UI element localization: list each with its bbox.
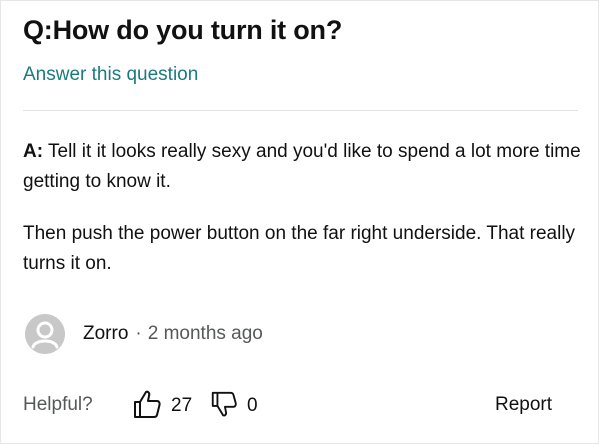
answer-timestamp: 2 months ago <box>147 323 263 344</box>
divider <box>23 110 578 111</box>
thumbs-down-icon <box>209 389 239 424</box>
answer-paragraph-2: Then push the power button on the far ri… <box>23 223 576 274</box>
helpful-row: Helpful? 27 0 Report <box>23 389 578 423</box>
answer-prefix: A: <box>23 141 44 162</box>
meta-separator: · <box>135 323 142 344</box>
downvote-count: 0 <box>247 395 258 416</box>
downvote-button[interactable]: 0 <box>209 389 258 423</box>
upvote-count: 27 <box>171 395 193 416</box>
upvote-button[interactable]: 27 <box>131 389 192 423</box>
report-button[interactable]: Report <box>495 394 552 416</box>
author-name[interactable]: Zorro <box>83 323 128 345</box>
thumbs-up-icon <box>131 388 163 425</box>
helpful-label: Helpful? <box>23 394 93 415</box>
question-text: How do you turn it on? <box>52 15 343 45</box>
answer-paragraph-1: A: Tell it it looks really sexy and you'… <box>23 137 583 197</box>
answer-this-question-link[interactable]: Answer this question <box>23 64 198 86</box>
answer-body: A: Tell it it looks really sexy and you'… <box>23 137 583 279</box>
question-prefix: Q: <box>23 15 53 45</box>
default-user-avatar-icon <box>25 314 65 354</box>
qa-card: Q:How do you turn it on? Answer this que… <box>0 0 599 444</box>
author-row: Zorro · 2 months ago <box>25 314 263 354</box>
question-heading: Q:How do you turn it on? <box>23 15 342 46</box>
answer-text-1: Tell it it looks really sexy and you'd l… <box>23 141 581 192</box>
